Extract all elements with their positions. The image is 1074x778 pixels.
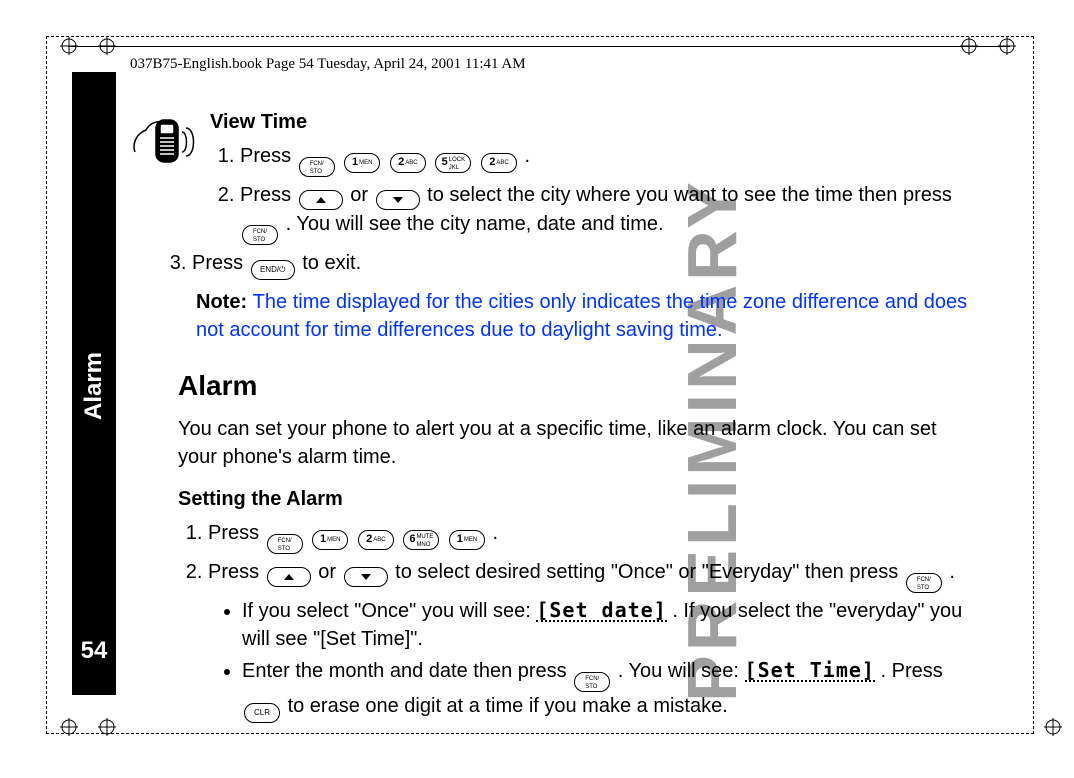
spine: Alarm 54 <box>72 72 116 695</box>
text: Press <box>208 522 265 544</box>
view-time-step-1: Press FCN/STO 1MEN 2ABC 5LOCKJKL 2ABC . <box>240 142 978 177</box>
text: to erase one digit at a time if you make… <box>288 695 728 717</box>
text: Press <box>240 184 297 206</box>
text: to select desired setting "Once" or "Eve… <box>395 561 904 583</box>
text: . You will see the city name, date and t… <box>286 213 664 235</box>
text: . Press <box>881 660 943 682</box>
page: 037B75-English.book Page 54 Tuesday, Apr… <box>0 0 1074 778</box>
text: to exit. <box>302 252 361 274</box>
fcn-sto-key-icon: FCN/STO <box>299 157 335 177</box>
alarm-heading: Alarm <box>178 366 978 405</box>
text: . <box>525 145 531 167</box>
one-key-icon: 1MEN <box>312 530 348 550</box>
setting-alarm-step-1: Press FCN/STO 1MEN 2ABC 6MUTEMNO 1MEN . <box>208 519 978 554</box>
two-key-icon: 2ABC <box>358 530 394 550</box>
note-body: The time displayed for the cities only i… <box>196 291 967 341</box>
view-time-heading: View Time <box>210 108 978 136</box>
down-arrow-key-icon <box>344 567 388 587</box>
text: to select the city where you want to see… <box>427 184 952 206</box>
end-key-icon: END/⏻ <box>251 260 295 280</box>
fcn-sto-key-icon: FCN/STO <box>242 225 278 245</box>
text: Enter the month and date then press <box>242 660 572 682</box>
text: or <box>318 561 341 583</box>
setting-alarm-heading: Setting the Alarm <box>178 485 978 513</box>
setting-alarm-bullet-2: Enter the month and date then press FCN/… <box>242 657 978 723</box>
view-time-note: Note: The time displayed for the cities … <box>196 288 978 344</box>
view-time-step-3: Press END/⏻ to exit. <box>192 249 978 280</box>
text: Press <box>240 145 297 167</box>
alarm-intro: You can set your phone to alert you at a… <box>178 415 978 471</box>
note-label: Note: <box>196 291 253 313</box>
lcd-set-time: [Set Time] <box>745 660 875 682</box>
setting-alarm-steps: Press FCN/STO 1MEN 2ABC 6MUTEMNO 1MEN . … <box>178 519 978 723</box>
view-time-steps: Press FCN/STO 1MEN 2ABC 5LOCKJKL 2ABC . … <box>178 142 978 280</box>
down-arrow-key-icon <box>376 190 420 210</box>
one-key-icon: 1MEN <box>344 153 380 173</box>
fcn-sto-key-icon: FCN/STO <box>906 573 942 593</box>
five-key-icon: 5LOCKJKL <box>435 153 471 173</box>
up-arrow-key-icon <box>267 567 311 587</box>
text: Press <box>208 561 265 583</box>
lcd-set-date: [Set date] <box>536 600 666 622</box>
two-key-icon: 2ABC <box>481 153 517 173</box>
text: or <box>350 184 373 206</box>
up-arrow-key-icon <box>299 190 343 210</box>
text: If you select "Once" you will see: <box>242 600 536 622</box>
register-mark-icon <box>1044 718 1062 736</box>
spine-section-label: Alarm <box>80 352 108 420</box>
clr-key-icon: CLR <box>244 703 280 723</box>
text: . <box>949 561 955 583</box>
text: Press <box>192 252 249 274</box>
six-key-icon: 6MUTEMNO <box>403 530 439 550</box>
one-key-icon: 1MEN <box>449 530 485 550</box>
view-time-step-2: Press or to select the city where you wa… <box>240 181 978 245</box>
text: . You will see: <box>618 660 739 682</box>
setting-alarm-bullet-1: If you select "Once" you will see: [Set … <box>242 597 978 653</box>
spine-page-number: 54 <box>72 637 116 665</box>
fcn-sto-key-icon: FCN/STO <box>267 534 303 554</box>
setting-alarm-substeps: If you select "Once" you will see: [Set … <box>208 597 978 723</box>
body-text: View Time Press FCN/STO 1MEN 2ABC 5LOCKJ… <box>178 108 978 727</box>
setting-alarm-step-2: Press or to select desired setting "Once… <box>208 558 978 723</box>
fcn-sto-key-icon: FCN/STO <box>574 672 610 692</box>
two-key-icon: 2ABC <box>390 153 426 173</box>
text: . <box>493 522 499 544</box>
